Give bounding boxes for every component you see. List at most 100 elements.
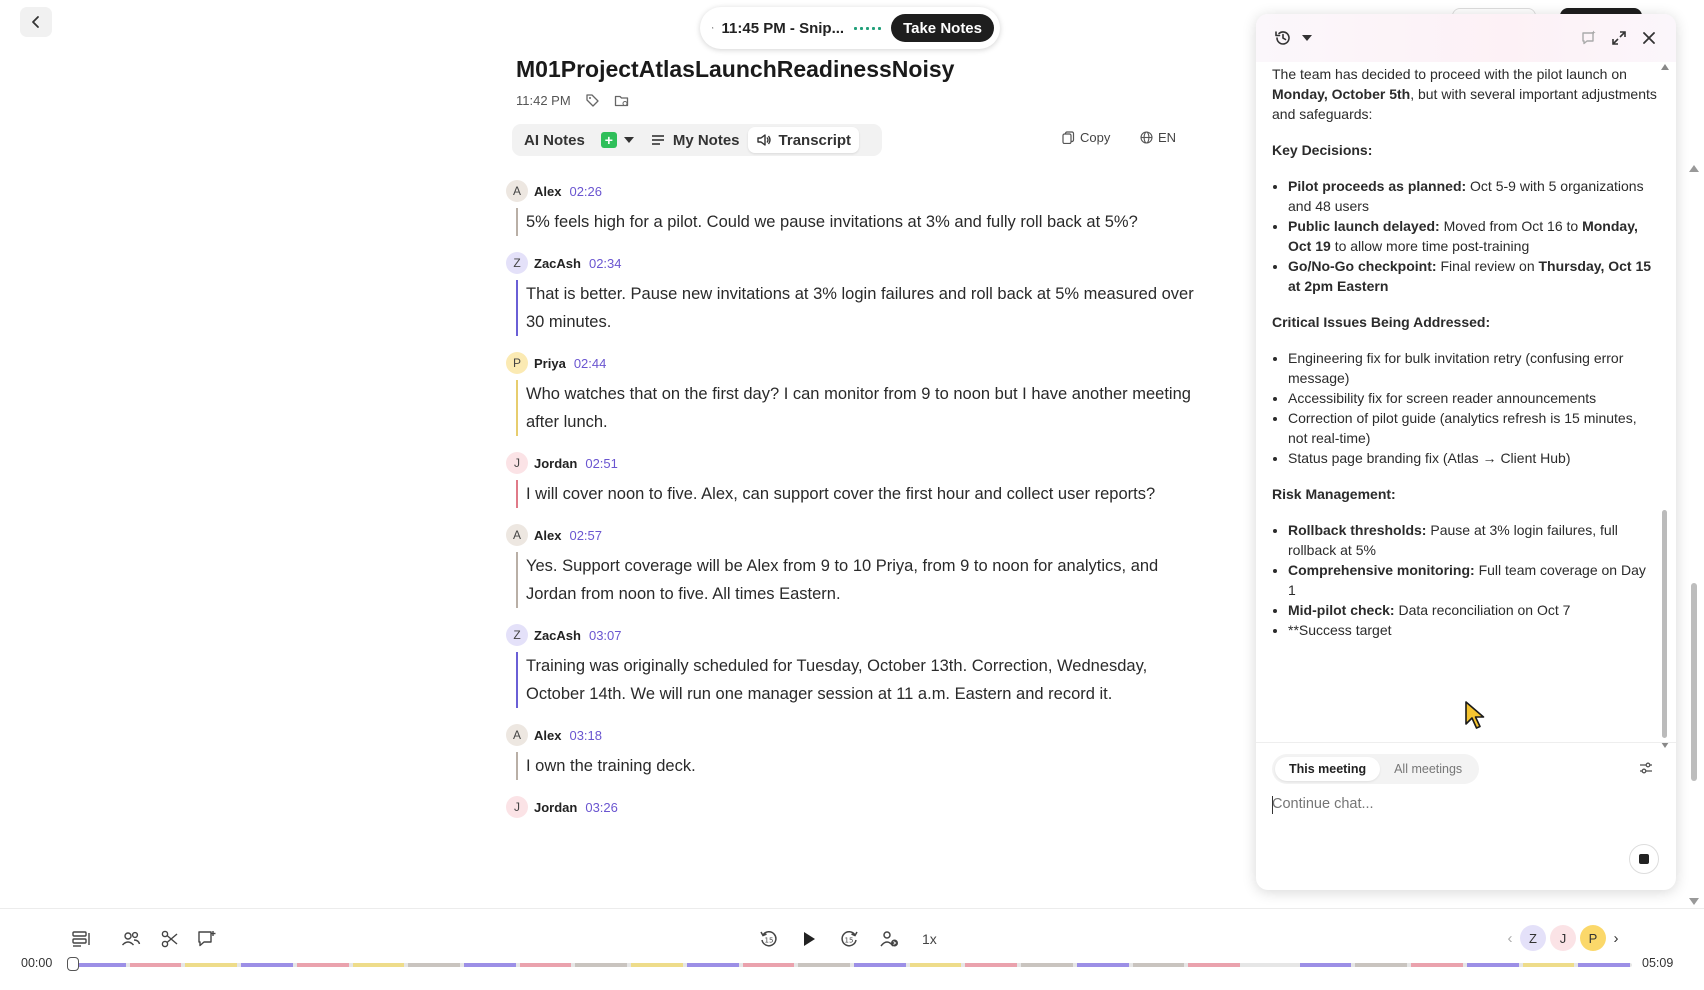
- scroll-up-icon[interactable]: [1689, 165, 1699, 172]
- tab-ai-notes-label: AI Notes: [524, 131, 585, 149]
- timeline-segment[interactable]: [1355, 963, 1408, 967]
- timeline-handle[interactable]: [67, 957, 79, 971]
- rewind-15-button[interactable]: 15: [759, 929, 779, 949]
- take-notes-button[interactable]: Take Notes: [891, 14, 994, 42]
- speaker-name[interactable]: Priya: [534, 356, 566, 371]
- timeline-track[interactable]: [72, 963, 1632, 967]
- timeline-segment[interactable]: [241, 963, 293, 967]
- recording-pill[interactable]: 11:45 PM - Snip... Take Notes: [700, 7, 1000, 49]
- timestamp-link[interactable]: 03:18: [569, 728, 602, 743]
- timeline-segment[interactable]: [1021, 963, 1073, 967]
- timeline-segment[interactable]: [1244, 963, 1296, 967]
- timeline-segment[interactable]: [1188, 963, 1240, 967]
- scope-this-meeting[interactable]: This meeting: [1275, 757, 1381, 781]
- skip-speaker-button[interactable]: [879, 929, 899, 949]
- close-icon[interactable]: [1640, 29, 1658, 47]
- speaker-name[interactable]: Alex: [534, 728, 561, 743]
- chat-scroll-thumb[interactable]: [1662, 510, 1667, 738]
- participant-avatar[interactable]: P: [1580, 925, 1606, 951]
- comment-button[interactable]: [197, 929, 217, 949]
- chevron-right-icon[interactable]: ›: [1610, 930, 1622, 947]
- timeline-segment[interactable]: [185, 963, 238, 967]
- speaker-avatar: P: [506, 352, 528, 374]
- chat-scrollbar[interactable]: [1660, 64, 1670, 750]
- timeline-segment[interactable]: [352, 963, 405, 967]
- timeline-segment[interactable]: [631, 963, 683, 967]
- back-button[interactable]: [20, 7, 52, 37]
- scroll-thumb[interactable]: [1691, 583, 1697, 781]
- transcript-entry: A Alex 02:26 5% feels high for a pilot. Cou…: [506, 180, 1196, 236]
- stop-generation-button[interactable]: [1629, 844, 1659, 874]
- risk-management-heading: Risk Management:: [1272, 486, 1396, 502]
- time-total: 05:09: [1642, 956, 1674, 970]
- speaker-name[interactable]: Alex: [534, 184, 561, 199]
- speaker-name[interactable]: Jordan: [534, 800, 577, 815]
- timeline-segment[interactable]: [1299, 963, 1352, 967]
- transcript-scrollbar[interactable]: [1688, 165, 1700, 905]
- timestamp-link[interactable]: 02:44: [574, 356, 607, 371]
- timeline-segment[interactable]: [575, 963, 628, 967]
- tab-my-notes[interactable]: My Notes: [642, 127, 748, 153]
- tag-icon[interactable]: [585, 93, 600, 108]
- chat-scope-tabs: This meeting All meetings: [1272, 754, 1480, 784]
- timestamp-link[interactable]: 03:26: [585, 800, 618, 815]
- stop-icon: [1639, 854, 1649, 864]
- scroll-down-icon[interactable]: [1689, 898, 1699, 905]
- chevron-left-icon[interactable]: ‹: [1504, 930, 1516, 947]
- chapters-button[interactable]: [71, 929, 91, 949]
- timestamp-link[interactable]: 02:26: [569, 184, 602, 199]
- speaker-name[interactable]: ZacAsh: [534, 256, 581, 271]
- timeline-segment[interactable]: [1132, 963, 1185, 967]
- timeline-segment[interactable]: [74, 963, 126, 967]
- timestamp-link[interactable]: 02:57: [569, 528, 602, 543]
- timeline-segment[interactable]: [1578, 963, 1630, 967]
- language-label: EN: [1158, 130, 1177, 145]
- new-chat-icon[interactable]: [1580, 29, 1598, 47]
- language-button[interactable]: EN: [1140, 130, 1176, 145]
- timeline-segment[interactable]: [965, 963, 1018, 967]
- timeline-segment[interactable]: [464, 963, 516, 967]
- forward-15-button[interactable]: 15: [839, 929, 859, 949]
- chat-scroll-up-icon[interactable]: [1661, 64, 1669, 70]
- copy-icon: [1062, 131, 1075, 144]
- timeline-segment[interactable]: [854, 963, 906, 967]
- expand-icon[interactable]: [1610, 29, 1628, 47]
- timeline-segment[interactable]: [686, 963, 739, 967]
- speaker-name[interactable]: ZacAsh: [534, 628, 581, 643]
- timeline-segment[interactable]: [798, 963, 850, 967]
- timeline-segment[interactable]: [742, 963, 795, 967]
- speakers-button[interactable]: [121, 929, 141, 949]
- scope-all-meetings[interactable]: All meetings: [1380, 757, 1476, 781]
- transcript-text: Training was originally scheduled for Tu…: [516, 652, 1196, 708]
- timeline-segment[interactable]: [519, 963, 572, 967]
- timeline-segment[interactable]: [1411, 963, 1463, 967]
- speaker-name[interactable]: Alex: [534, 528, 561, 543]
- timeline-segment[interactable]: [1076, 963, 1129, 967]
- timeline-segment[interactable]: [909, 963, 962, 967]
- timeline-segment[interactable]: [1466, 963, 1519, 967]
- clip-button[interactable]: [160, 929, 180, 949]
- copy-button[interactable]: Copy: [1062, 130, 1110, 145]
- timestamp-link[interactable]: 02:34: [589, 256, 622, 271]
- timestamp-link[interactable]: 03:07: [589, 628, 622, 643]
- chat-input[interactable]: [1272, 796, 1652, 812]
- history-icon[interactable]: [1274, 29, 1292, 47]
- timeline-segment[interactable]: [296, 963, 349, 967]
- folder-icon[interactable]: [614, 93, 629, 108]
- tab-transcript[interactable]: Transcript: [747, 127, 860, 153]
- ai-template-dropdown[interactable]: +: [593, 127, 642, 153]
- timeline-segment[interactable]: [129, 963, 182, 967]
- history-caret-down-icon[interactable]: [1302, 35, 1312, 41]
- participant-avatar[interactable]: J: [1550, 925, 1576, 951]
- timeline-segment[interactable]: [1522, 963, 1575, 967]
- timeline-segment[interactable]: [408, 963, 460, 967]
- timestamp-link[interactable]: 02:51: [585, 456, 618, 471]
- scissors-icon: [161, 930, 178, 948]
- playback-speed-button[interactable]: 1x: [922, 931, 937, 947]
- speaker-name[interactable]: Jordan: [534, 456, 577, 471]
- sliders-icon[interactable]: [1638, 760, 1654, 776]
- participant-avatar[interactable]: Z: [1520, 925, 1546, 951]
- tab-ai-notes[interactable]: AI Notes: [516, 127, 593, 153]
- play-button[interactable]: [799, 929, 819, 949]
- transcript-entry: Z ZacAsh 03:07 Training was originally sche…: [506, 624, 1196, 708]
